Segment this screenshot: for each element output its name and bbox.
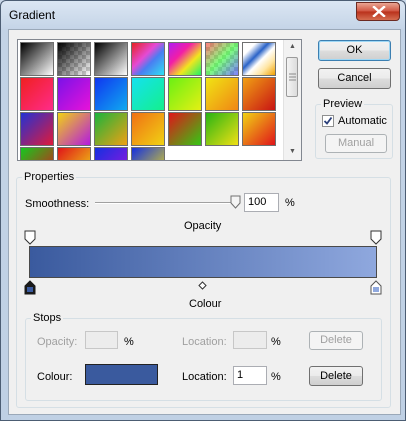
ok-button[interactable]: OK [318,40,391,61]
preset-swatch-blue-yellow[interactable] [131,147,165,160]
preset-swatch-red-green[interactable] [131,42,165,76]
midpoint-diamond[interactable] [198,281,207,290]
preset-swatch-green-yellow[interactable] [168,77,202,111]
preset-swatch-blue-violet[interactable] [94,147,128,160]
colour-heading: Colour [189,298,222,310]
preset-swatch-red-pink[interactable] [20,77,54,111]
preset-swatch-foreground-to-transparent[interactable] [57,42,91,76]
automatic-checkbox[interactable] [322,115,334,127]
close-icon [372,6,386,17]
gradient-dialog: Gradient ▲ ▼ OK Cancel Preview Automatic… [0,0,406,421]
preset-swatch-transparent-rainbow[interactable] [205,42,239,76]
preset-swatch-green-red[interactable] [20,147,54,160]
stop-colour-label: Colour: [37,371,73,383]
opacity-location-label: Location: [182,336,227,348]
scroll-thumb[interactable] [286,57,298,97]
grip-icon [289,73,296,81]
preset-swatch-cyan-green[interactable] [131,77,165,111]
preset-grid: ▲ ▼ [17,39,302,161]
scroll-up-icon[interactable]: ▲ [289,43,296,50]
window-title: Gradient [9,8,56,22]
cancel-button[interactable]: Cancel [318,68,391,89]
title-bar[interactable]: Gradient [1,1,405,29]
delete-colour-stop-button[interactable]: Delete [309,366,363,386]
close-button[interactable] [356,2,400,21]
opacity-location-input[interactable] [233,331,267,349]
properties-label: Properties [22,171,77,183]
stop-opacity-label: Opacity: [37,336,78,348]
smoothness-label: Smoothness: [25,198,90,210]
preset-swatch-copper[interactable] [242,42,276,76]
preset-swatch-foreground-to-background[interactable] [20,42,54,76]
checkmark-icon [323,116,333,125]
stop-colour-swatch[interactable] [85,364,158,385]
smoothness-input[interactable]: 100 [244,193,279,212]
preset-swatch-violet-magenta[interactable] [57,77,91,111]
delete-opacity-stop-button[interactable]: Delete [309,331,363,350]
stops-label: Stops [31,312,64,324]
scroll-down-icon[interactable]: ▼ [289,148,296,155]
manual-button[interactable]: Manual [325,134,387,153]
preset-swatch-yellow-violet[interactable] [57,112,91,146]
stop-opacity-unit: % [124,336,134,348]
smoothness-unit: % [285,197,295,209]
preset-swatch-blue-red[interactable] [20,112,54,146]
gradient-bar[interactable] [29,246,377,278]
dialog-body: ▲ ▼ OK Cancel Preview Automatic Manual P… [8,29,401,415]
preset-swatch-red-green-2[interactable] [168,112,202,146]
opacity-location-unit: % [271,336,281,348]
colour-location-unit: % [271,371,281,383]
colour-location-input[interactable]: 1 [233,366,267,385]
automatic-label[interactable]: Automatic [338,115,387,127]
colour-location-label: Location: [182,371,227,383]
preview-group: Preview Automatic Manual [315,98,393,159]
preset-swatch-orange-yellow[interactable] [131,112,165,146]
colour-stop-left[interactable] [24,280,36,295]
opacity-stop-right[interactable] [370,230,382,245]
preset-swatch-blue-cyan[interactable] [94,77,128,111]
preset-swatch-red-yellow[interactable] [57,147,91,160]
colour-stop-right[interactable] [370,280,382,295]
smoothness-slider-track[interactable] [95,202,236,204]
preset-swatch-green-orange[interactable] [94,112,128,146]
opacity-stop-left[interactable] [24,230,36,245]
preset-swatch-violet-orange[interactable] [168,42,202,76]
preset-swatch-green-yellow-2[interactable] [205,112,239,146]
preview-label: Preview [321,98,365,110]
opacity-heading: Opacity [184,220,222,232]
preset-scrollbar[interactable]: ▲ ▼ [283,40,301,160]
preset-swatch-black-white[interactable] [94,42,128,76]
smoothness-slider-thumb[interactable] [230,195,241,209]
preset-swatch-yellow-red[interactable] [242,112,276,146]
preset-swatch-yellow-orange[interactable] [205,77,239,111]
stop-opacity-input[interactable] [85,331,118,349]
preset-swatch-orange-red[interactable] [242,77,276,111]
